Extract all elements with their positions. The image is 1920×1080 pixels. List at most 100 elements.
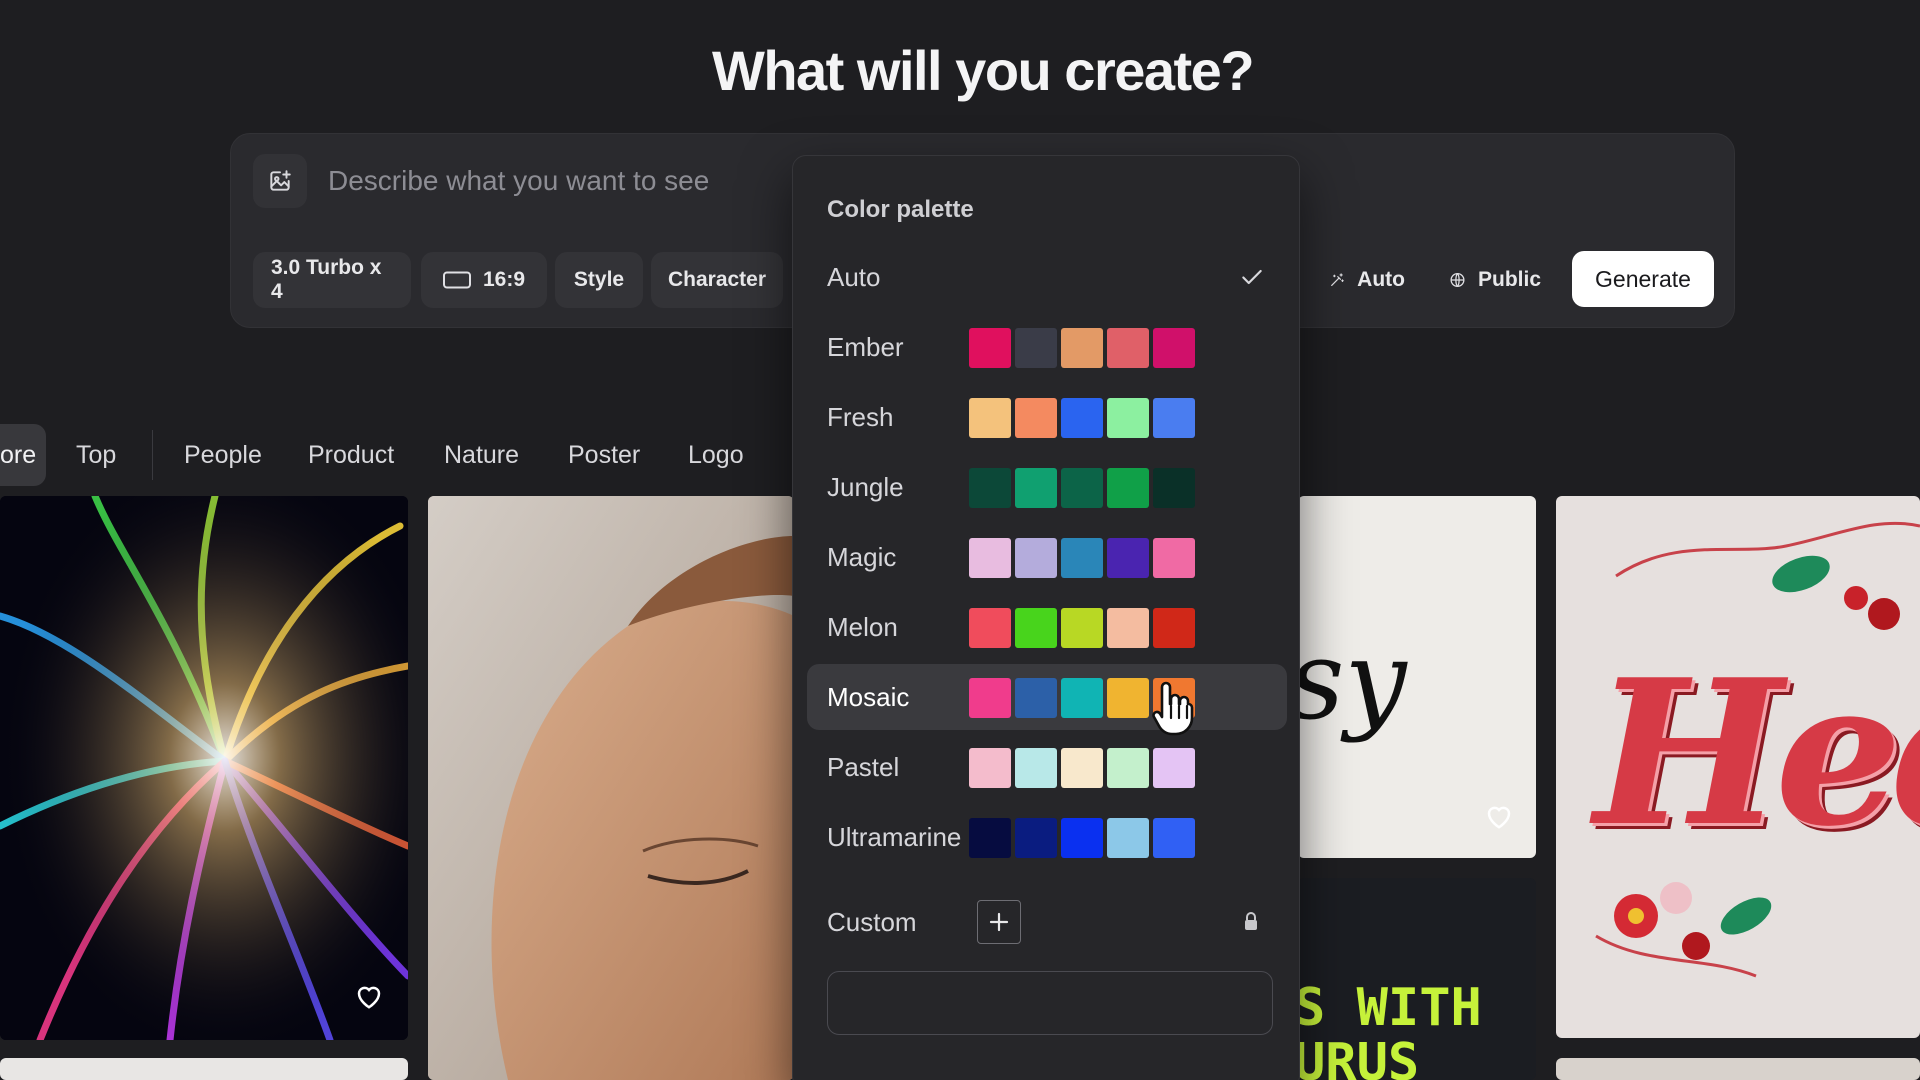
palette-option-ultramarine[interactable]: Ultramarine	[807, 804, 1287, 870]
color-swatch	[969, 538, 1011, 578]
palette-swatches	[969, 538, 1195, 578]
color-swatch	[1153, 468, 1195, 508]
light-rays-artwork	[0, 496, 408, 1040]
aspect-ratio-label: 16:9	[482, 268, 526, 291]
color-swatch	[1153, 538, 1195, 578]
portrait-artwork	[428, 496, 794, 1080]
palette-option-fresh[interactable]: Fresh	[807, 384, 1287, 450]
color-palette-menu: Color palette Auto Ember Fresh Jungle Ma…	[792, 155, 1300, 1080]
globe-icon	[1450, 272, 1465, 288]
palette-option-label: Custom	[827, 907, 917, 937]
color-swatch	[1015, 748, 1057, 788]
color-swatch	[1015, 678, 1057, 718]
prompt-input[interactable]	[328, 158, 828, 204]
palette-swatches	[969, 748, 1195, 788]
palette-option-label: Fresh	[827, 402, 894, 432]
color-swatch	[1015, 818, 1057, 858]
tab-label: Nature	[444, 440, 520, 469]
color-swatch	[1107, 538, 1149, 578]
palette-option-mosaic[interactable]: Mosaic	[807, 664, 1287, 730]
palette-option-custom: Custom	[807, 889, 957, 955]
palette-option-melon[interactable]: Melon	[807, 594, 1287, 660]
palette-swatches	[969, 818, 1195, 858]
color-swatch	[969, 468, 1011, 508]
poster-text-2: URUS	[1298, 1033, 1420, 1080]
palette-menu-heading: Color palette	[827, 196, 974, 223]
palette-option-auto[interactable]: Auto	[807, 244, 1287, 310]
palette-option-label: Jungle	[827, 472, 904, 502]
tab-label: ore	[0, 440, 37, 469]
palette-swatches	[969, 468, 1195, 508]
style-chip-label: Style	[573, 268, 625, 291]
script-text: sy	[1298, 616, 1407, 744]
palette-option-label: Magic	[827, 542, 897, 572]
gallery-image-light-rays[interactable]	[0, 496, 408, 1040]
page: What will you create? 3.0 Turbo x 4 16:9…	[0, 0, 1920, 1080]
color-swatch	[1061, 748, 1103, 788]
gallery-image-partial[interactable]	[0, 1058, 408, 1080]
color-swatch	[1153, 818, 1195, 858]
aspect-ratio-chip[interactable]: 16:9	[421, 252, 547, 308]
color-swatch	[1061, 608, 1103, 648]
gallery-image-poster[interactable]: S WITH URUS	[1298, 878, 1536, 1080]
character-chip[interactable]: Character	[651, 252, 783, 308]
tab-product[interactable]: Product	[308, 424, 394, 486]
image-upload-button[interactable]	[253, 154, 307, 208]
magic-prompt-label: Auto	[1357, 268, 1405, 291]
style-chip[interactable]: Style	[555, 252, 643, 308]
tab-divider	[152, 430, 153, 480]
gallery-image-script[interactable]: sy	[1298, 496, 1536, 858]
add-custom-palette-button[interactable]	[977, 900, 1021, 944]
custom-palette-input[interactable]	[827, 971, 1273, 1035]
color-swatch	[1061, 818, 1103, 858]
color-swatch	[1015, 468, 1057, 508]
palette-option-ember[interactable]: Ember	[807, 314, 1287, 380]
image-add-icon	[270, 170, 291, 191]
checkmark-icon	[1242, 269, 1262, 285]
generate-button[interactable]: Generate	[1572, 251, 1714, 307]
gallery-image-partial-2[interactable]	[1556, 1058, 1920, 1080]
color-swatch	[1107, 748, 1149, 788]
color-swatch	[1153, 608, 1195, 648]
tab-poster[interactable]: Poster	[568, 424, 640, 486]
color-swatch	[1061, 678, 1103, 718]
gallery-image-lettering[interactable]: Hed	[1556, 496, 1920, 1038]
palette-option-magic[interactable]: Magic	[807, 524, 1287, 590]
lettering-text: Hed	[1594, 636, 1920, 871]
tab-logo[interactable]: Logo	[688, 424, 744, 486]
color-swatch	[1061, 398, 1103, 438]
color-swatch	[1107, 678, 1149, 718]
color-swatch	[1061, 538, 1103, 578]
heart-icon[interactable]	[354, 982, 384, 1010]
palette-option-label: Melon	[827, 612, 898, 642]
tab-explore[interactable]: ore	[0, 424, 46, 486]
palette-option-pastel[interactable]: Pastel	[807, 734, 1287, 800]
color-swatch	[1107, 398, 1149, 438]
visibility-chip[interactable]: Public	[1431, 252, 1559, 308]
magic-wand-icon	[1331, 273, 1344, 286]
color-swatch	[1153, 398, 1195, 438]
palette-option-label: Ultramarine	[827, 822, 962, 852]
palette-option-label: Ember	[827, 332, 904, 362]
color-swatch	[969, 818, 1011, 858]
heart-icon[interactable]	[1484, 802, 1514, 830]
color-swatch	[1153, 328, 1195, 368]
tab-top[interactable]: Top	[76, 424, 116, 486]
tab-nature[interactable]: Nature	[444, 424, 519, 486]
palette-option-jungle[interactable]: Jungle	[807, 454, 1287, 520]
palette-swatches	[969, 608, 1195, 648]
tab-label: Poster	[568, 440, 641, 469]
color-swatch	[1015, 328, 1057, 368]
color-swatch	[969, 328, 1011, 368]
gallery-image-portrait[interactable]	[428, 496, 794, 1080]
palette-option-label: Mosaic	[827, 682, 910, 712]
color-swatch	[1015, 608, 1057, 648]
page-title: What will you create?	[711, 39, 1255, 102]
character-chip-label: Character	[667, 268, 767, 291]
color-swatch	[969, 398, 1011, 438]
hand-cursor-icon	[1152, 681, 1194, 736]
model-chip[interactable]: 3.0 Turbo x 4	[253, 252, 411, 308]
magic-prompt-chip[interactable]: Auto	[1311, 252, 1423, 308]
tab-people[interactable]: People	[184, 424, 262, 486]
tab-label: Logo	[688, 440, 744, 469]
